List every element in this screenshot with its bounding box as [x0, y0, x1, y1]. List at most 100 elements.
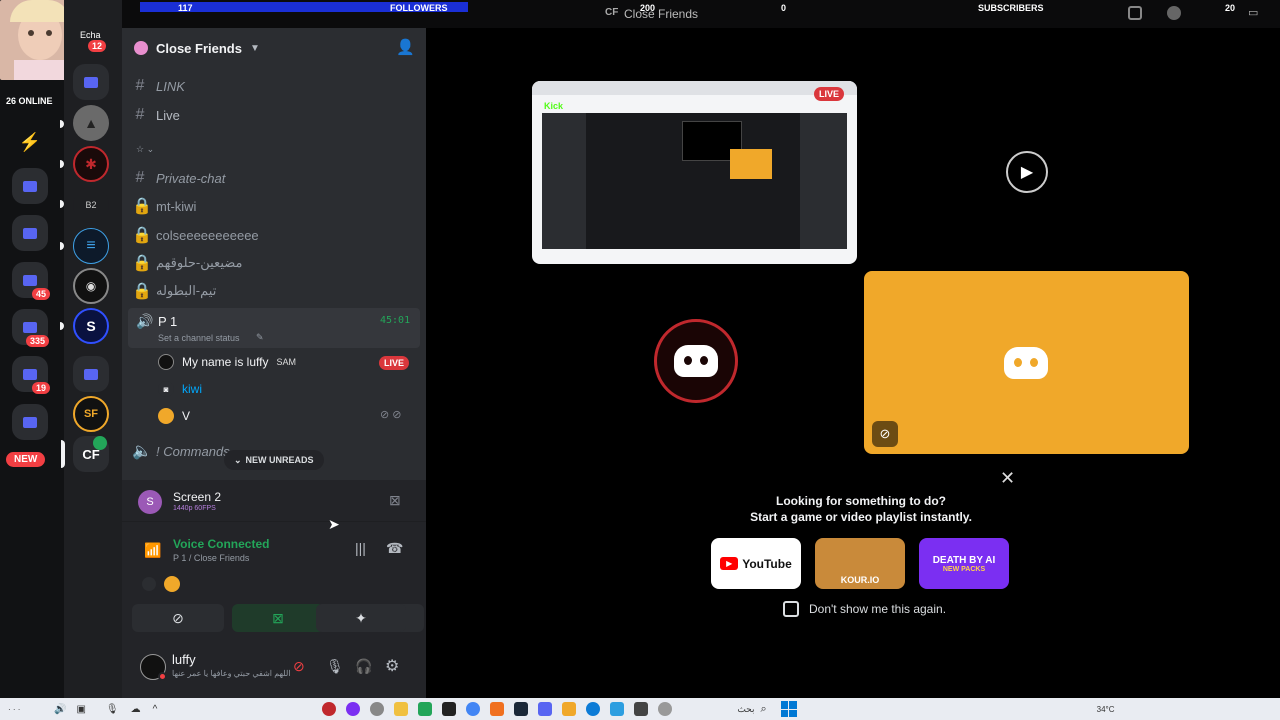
hash-icon: #	[135, 169, 145, 186]
server-icon-ring[interactable]: ◉	[73, 268, 109, 304]
disconnect-icon[interactable]: ☎	[386, 540, 403, 557]
chevron-up-icon[interactable]: ^	[153, 704, 158, 715]
unread-badge-45: 45	[32, 288, 51, 300]
inbox-icon[interactable]	[1128, 6, 1142, 20]
server-folder-6[interactable]	[12, 404, 48, 440]
help-icon[interactable]	[1167, 6, 1181, 20]
app-icon-8[interactable]	[658, 702, 673, 716]
channel-name: Live	[156, 107, 180, 123]
activity-name: KOUR.IO	[840, 575, 880, 585]
edge-icon[interactable]	[586, 702, 601, 716]
server-icon-blue[interactable]: ≡	[73, 228, 109, 264]
server-icon-sf[interactable]: SF	[73, 396, 109, 432]
new-unreads-button[interactable]: ⌄ NEW UNREADS	[224, 450, 324, 470]
mic-tray-icon[interactable]: 🎙	[106, 704, 119, 715]
username[interactable]: luffy	[172, 652, 196, 667]
stream-title: Screen 2	[173, 490, 222, 504]
activity-youtube[interactable]: ▶ YouTube	[711, 538, 801, 589]
channel-colse[interactable]: 🔒 colseeeeeeeeeee	[132, 222, 418, 248]
server-folder-top[interactable]	[73, 64, 109, 100]
invite-icon[interactable]: 👤	[396, 38, 415, 56]
voice-user-name: V	[182, 409, 191, 423]
settings-gear-icon[interactable]: ⚙	[385, 656, 399, 676]
screen-share-button[interactable]: ⊠	[232, 604, 324, 632]
windows-start-icon[interactable]	[780, 701, 797, 717]
file-explorer-icon[interactable]	[394, 702, 409, 716]
participant-tile-v[interactable]	[532, 271, 857, 454]
checkbox[interactable]	[783, 601, 799, 617]
followers-count: 117	[178, 3, 193, 13]
activity-kourio[interactable]: KOUR.IO	[815, 538, 905, 589]
channel-arabic-1[interactable]: 🔒 مضيعين-حلوقهم	[132, 250, 418, 276]
channel-live[interactable]: # Live	[132, 102, 418, 128]
kick-logo: Kick	[544, 101, 564, 111]
lightning-icon[interactable]: ⚡	[12, 128, 48, 156]
account-panel: luffy اللهم اشفي حبتي وعافها يا عمر عنها…	[122, 640, 426, 698]
activity-name: DEATH BY AI	[932, 554, 996, 566]
voice-user-luffy[interactable]: My name is luffy SAM	[158, 350, 296, 374]
stream-tile-luffy[interactable]: Kick LIVE	[532, 81, 857, 264]
subscribers-label: SUBSCRIBERS	[978, 3, 1044, 13]
camera-off-icon: ⊘	[172, 609, 184, 626]
close-icon[interactable]: ✕	[1000, 468, 1015, 489]
xbox-icon[interactable]	[418, 702, 433, 716]
app-icon-5[interactable]	[562, 702, 577, 716]
app-icon-1[interactable]	[322, 702, 337, 716]
participant-tile-orange[interactable]: ⊘	[864, 271, 1189, 454]
microphone-icon[interactable]: 🎙	[326, 658, 344, 675]
discord-taskbar-icon[interactable]	[538, 702, 553, 716]
channel-arabic-2[interactable]: 🔒 تيم-البطوله	[132, 278, 418, 304]
voice-user-v[interactable]: V	[158, 404, 190, 428]
headphones-icon[interactable]: 🎧	[355, 658, 372, 675]
voice-panel: 📶 Voice Connected P 1 / Close Friends ||…	[122, 532, 426, 576]
category-collapsed[interactable]: ☆ ⌄	[136, 144, 154, 155]
stop-stream-icon[interactable]: ⊠	[389, 492, 401, 509]
server-folder-mid[interactable]	[73, 356, 109, 392]
channel-mt-kiwi[interactable]: 🔒 mt-kiwi	[132, 193, 418, 219]
participant-avatar: ▶	[1006, 151, 1048, 193]
app-icon-7[interactable]	[634, 702, 649, 716]
right-count: 20	[1225, 3, 1236, 13]
pencil-icon[interactable]: ✎	[256, 332, 264, 343]
stream-off-icon[interactable]: ⊘	[293, 658, 305, 675]
screen-share-icon: S	[138, 490, 162, 514]
participant-tile-kiwi[interactable]: ▶	[864, 81, 1189, 264]
voice-location[interactable]: P 1 / Close Friends	[173, 553, 249, 563]
network-icon[interactable]: ▣	[76, 704, 85, 715]
soundboard-button[interactable]: ✦	[316, 604, 406, 632]
new-badge[interactable]: NEW	[6, 452, 46, 467]
search-icon[interactable]: ⌕	[760, 703, 766, 716]
noise-suppression-icon[interactable]: |||	[355, 540, 366, 556]
camera-off-button[interactable]: ⊘	[132, 604, 224, 632]
app-icon-4[interactable]	[490, 702, 505, 716]
server-icon-red[interactable]: ✱	[73, 146, 109, 182]
stream-overlay-bar: 117 FOLLOWERS 200 CF Close Friends 0 SUB…	[0, 0, 1280, 28]
server-folder-2[interactable]	[12, 215, 48, 251]
maximize-icon[interactable]: ▭	[1248, 6, 1258, 19]
dont-show-checkbox-row[interactable]: Don't show me this again.	[783, 601, 946, 617]
server-header[interactable]: Close Friends ▼	[134, 38, 260, 58]
chrome-icon[interactable]	[466, 702, 481, 716]
channel-name: mt-kiwi	[156, 198, 197, 214]
taskbar-search-label[interactable]: بحث	[737, 704, 754, 715]
app-icon-6[interactable]	[610, 702, 625, 716]
epic-games-icon[interactable]	[442, 702, 457, 716]
outer-server-rail: 26 ONLINE ⚡ 45 335 19 NEW	[0, 0, 80, 698]
server-icon-s[interactable]: S	[73, 308, 109, 344]
server-icon-gray[interactable]: ▲	[73, 105, 109, 141]
voice-user-kiwi[interactable]: ◙ kiwi	[158, 377, 202, 401]
channel-private-chat[interactable]: # Private-chat	[132, 165, 418, 191]
volume-icon[interactable]: 🔊	[54, 704, 66, 715]
lock-icon: 🔒	[132, 198, 152, 215]
voice-status[interactable]: Voice Connected	[173, 537, 269, 551]
server-icon-b2[interactable]: B2	[73, 187, 109, 223]
app-icon-3[interactable]	[370, 702, 385, 716]
app-icon-2[interactable]	[346, 702, 361, 716]
server-folder-1[interactable]	[12, 168, 48, 204]
channel-status-placeholder[interactable]: Set a channel status	[158, 333, 240, 343]
voice-channel-p1[interactable]: 🔊 P 1 45:01 Set a channel status ✎	[128, 308, 420, 348]
cloud-icon[interactable]: ☁	[131, 704, 141, 715]
activity-death-by-ai[interactable]: DEATH BY AI NEW PACKS	[919, 538, 1009, 589]
steam-icon[interactable]	[514, 702, 529, 716]
channel-link[interactable]: # LINK	[132, 73, 418, 99]
